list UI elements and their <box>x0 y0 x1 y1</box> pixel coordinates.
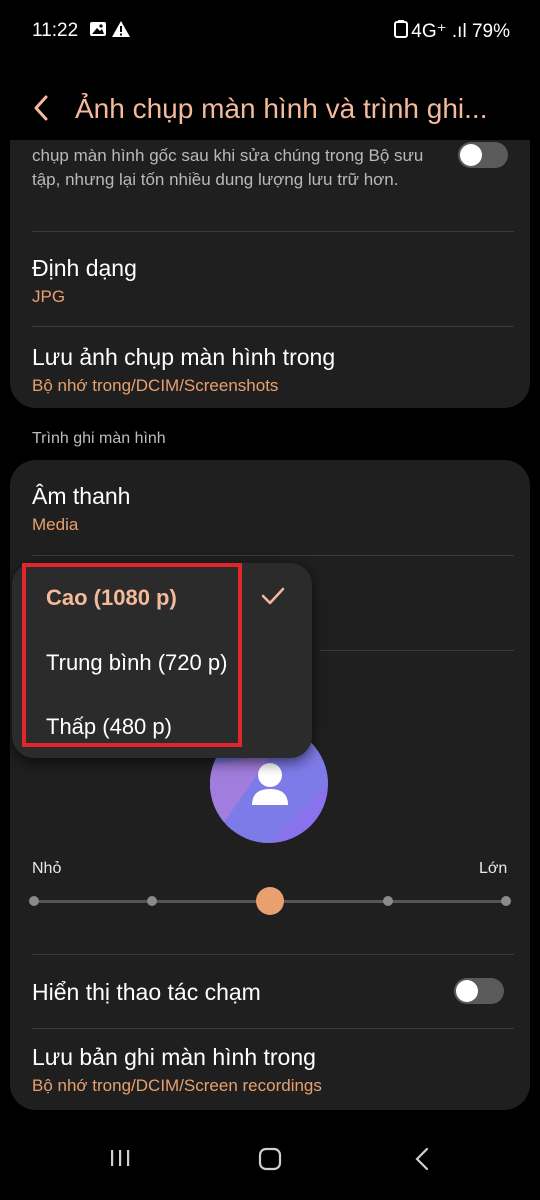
show-touches-label: Hiển thị thao tác chạm <box>32 979 261 1005</box>
home-icon[interactable] <box>257 1146 283 1172</box>
slider-step-dot <box>147 896 157 906</box>
original-screenshot-description: chụp màn hình gốc sau khi sửa chúng tron… <box>32 146 424 189</box>
size-min-label: Nhỏ <box>32 860 62 877</box>
back-arrow-icon[interactable] <box>30 93 52 123</box>
format-value: JPG <box>32 287 66 306</box>
toggle-knob <box>456 980 478 1002</box>
show-touches-toggle[interactable] <box>454 978 504 1004</box>
battery-saver-icon <box>394 20 408 38</box>
status-time: 11:22 <box>32 20 79 41</box>
checkmark-icon <box>261 587 285 605</box>
slider-step-dot <box>501 896 511 906</box>
sound-label: Âm thanh <box>32 483 131 509</box>
divider <box>32 231 514 232</box>
divider <box>320 650 514 651</box>
screen-recorder-section-title: Trình ghi màn hình <box>32 430 166 447</box>
divider <box>32 1028 514 1029</box>
slider-step-dot <box>383 896 393 906</box>
format-label: Định dạng <box>32 255 137 281</box>
slider-step-dot <box>29 896 39 906</box>
size-max-label: Lớn <box>479 860 508 877</box>
recording-save-location-label: Lưu bản ghi màn hình trong <box>32 1044 316 1070</box>
divider <box>32 326 514 327</box>
highlight-box <box>22 563 242 747</box>
page-title: Ảnh chụp màn hình và trình ghi... <box>75 93 488 124</box>
back-nav-icon[interactable] <box>412 1146 432 1172</box>
screenshot-settings-card: chụp màn hình gốc sau khi sửa chúng tron… <box>10 140 530 408</box>
recording-save-location-value: Bộ nhớ trong/DCIM/Screen recordings <box>32 1076 322 1095</box>
status-bar: 11:22 4G⁺ .ıl 79% <box>0 0 540 60</box>
toggle-knob <box>460 144 482 166</box>
keep-original-toggle[interactable] <box>458 142 508 168</box>
sound-value: Media <box>32 515 79 534</box>
warning-icon <box>112 21 130 37</box>
divider <box>32 555 514 556</box>
screenshot-save-location-label: Lưu ảnh chụp màn hình trong <box>32 344 336 370</box>
divider <box>32 954 514 955</box>
size-slider-thumb[interactable] <box>256 887 284 915</box>
status-signal-battery: 4G⁺ .ıl 79% <box>411 21 510 42</box>
header: Ảnh chụp màn hình và trình ghi... <box>0 85 540 135</box>
gallery-notification-icon <box>90 22 106 36</box>
screenshot-save-location-value: Bộ nhớ trong/DCIM/Screenshots <box>32 376 279 395</box>
recent-apps-icon[interactable] <box>108 1146 132 1170</box>
navigation-bar <box>0 1130 540 1200</box>
